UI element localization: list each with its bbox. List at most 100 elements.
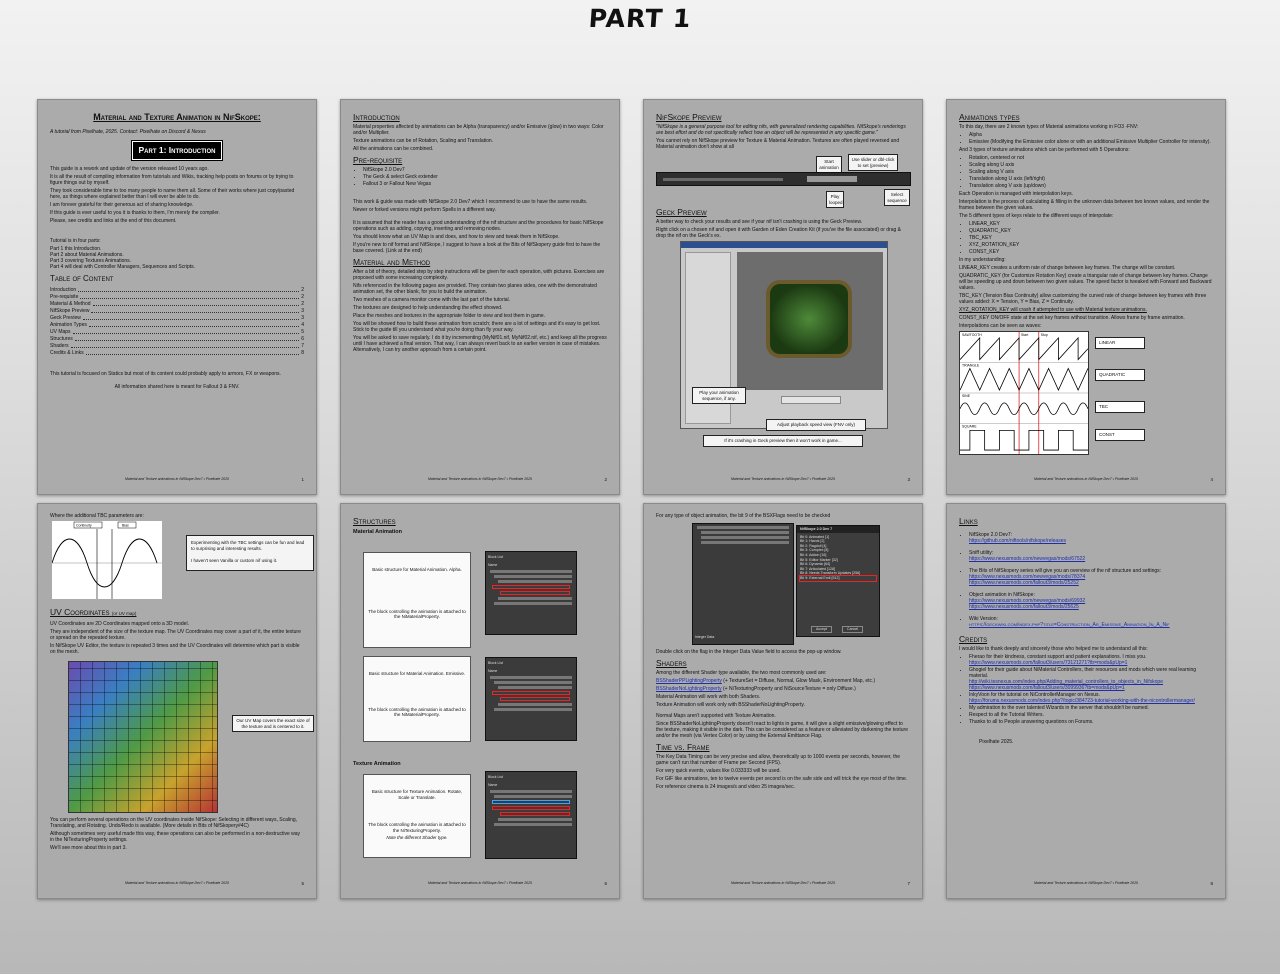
list-item: The Bits of NifSkopery series will give … [969,568,1213,586]
list-item: NifSkope 2.0 Dev7:https://github.com/nif… [969,532,1213,544]
list-item: LINEAR_KEY [969,221,1213,227]
card-note: The block controlling the animation is a… [368,822,466,833]
cancel-button[interactable]: Cancel [842,626,864,633]
page-6-thumbnail[interactable]: Structures Material Animation Basic stru… [340,503,620,899]
section-heading: Links [959,516,978,526]
accept-button[interactable]: Accept [811,626,832,633]
parts-intro: Tutorial is in four parts: [50,238,101,244]
part-item: Part 4 will deal with Controller Manager… [50,264,196,270]
list-item: NifSkope 2.0 Dev7 [363,167,607,173]
list-item: My admiration to the over talented Wizar… [969,705,1213,711]
list-item: Sniff utility:https://www.nexusmods.com/… [969,550,1213,562]
toc-entry[interactable]: Animation Types 4 [50,322,304,329]
toc-entry[interactable]: Structures 6 [50,336,304,343]
links-list: NifSkope 2.0 Dev7:https://github.com/nif… [969,532,1213,628]
toc-entry[interactable]: Introduction 2 [50,287,304,294]
paragraph: Interpolation is the process of calculat… [959,199,1210,211]
toc-entry[interactable]: NifSkope Preview 3 [50,308,304,315]
paragraph: The textures are designed to help unders… [353,305,503,311]
prerequisite-list: NifSkope 2.0 Dev7 The Geck & select Geck… [363,167,607,187]
card-note: The block controlling the animation is a… [368,706,466,718]
paragraph: All the animations can be combined. [353,146,434,152]
link[interactable]: https://forums.nexusmods.com/index.php?/… [969,698,1213,704]
list-item: XYZ_ROTATION_KEY [969,242,1213,248]
list-item: Rotation, centered or not [969,155,1213,161]
page-number: 1 [301,477,304,482]
page-footer: Material and Texture animations in NifSk… [124,477,229,481]
page-number: 8 [1210,881,1213,886]
list-item: Wiki Version:https://geckwiki.com/index.… [969,616,1213,628]
link[interactable]: https://www.nexusmods.com/fallout3/users… [969,685,1213,691]
page-4-thumbnail[interactable]: Animations types To this day, there are … [946,99,1226,495]
paragraph: BSShaderNoLightingProperty (+ NiTexturin… [656,686,856,692]
toc-entry[interactable]: UV Maps 5 [50,329,304,336]
section-heading: NifSkope Preview [656,112,722,122]
section-heading: Time vs. Frame [656,742,710,752]
bsxflags-dialog: NifSkope 2.0 Dev 7 Bit 0: Animated [1] B… [796,525,880,637]
paragraph: For reference cinema is 24 images/s and … [656,784,795,790]
paragraph: They are independent of the size of the … [50,629,301,641]
paragraph: XYZ_ROTATION_KEY will crash if attempted… [959,307,1147,313]
link[interactable]: https://www.nexusmods.com/fallout3/mods/… [969,604,1213,610]
page-2-thumbnail[interactable]: Introduction Material properties affecte… [340,99,620,495]
page-8-thumbnail[interactable]: Links NifSkope 2.0 Dev7:https://github.c… [946,503,1226,899]
link[interactable]: https://www.nexusmods.com/fallout3/mods/… [969,580,1213,586]
page-number: 7 [907,881,910,886]
quote: "NifSkope is a general purpose tool for … [656,124,906,136]
paragraph: This work & guide was made with NifSkope… [353,199,588,205]
list-item: CONST_KEY [969,249,1213,255]
structure-card: Basic structure for Material Animation. … [363,656,471,742]
page-3-thumbnail[interactable]: NifSkope Preview "NifSkope is a general … [643,99,923,495]
paragraph: If you're new to nif format and NifSkope… [353,242,601,254]
ops-list: Rotation, centered or not Scaling along … [969,155,1213,189]
list-item: Respect to all the Tutorial Writers. [969,712,1213,718]
paragraph: Two meshes of a camera monitor come with… [353,297,511,303]
paragraph: For any type of object animation, the bi… [656,513,831,519]
page-number: 3 [907,477,910,482]
link[interactable]: https://geckwiki.com/index.php?title=Con… [969,622,1213,628]
link[interactable]: https://www.nexusmods.com/fallout3/users… [969,660,1213,666]
paragraph: Where the additional TBC parameters are: [50,513,144,519]
toc-entry[interactable]: Pre-requisite 2 [50,294,304,301]
section-heading: Pre-requisite [353,155,403,165]
callout: Adjust playback speed view (FNV only) [766,419,866,431]
note-text: I haven't seen Vanilla or custom nif usi… [191,558,278,563]
graph-label: TRIANGLE [962,363,980,367]
section-heading: Credits [959,634,988,644]
paragraph: I would like to thank deeply and sincere… [959,646,1148,652]
sheet-title: PART 1 [587,4,693,33]
link[interactable]: https://github.com/niftools/nifskope/rel… [969,538,1213,544]
nifskope-toolbar-screenshot [656,172,911,186]
list-item: TBC_KEY [969,235,1213,241]
paragraph: To this day, there are 2 known types of … [959,124,1139,130]
link[interactable]: https://www.nexusmods.com/newvegas/mods/… [969,556,1213,562]
shader-link[interactable]: BSShaderNoLightingProperty [656,686,722,692]
tbc-label: Bias [122,524,129,528]
paragraph: After a bit of theory, detailed step by … [353,269,605,281]
flag-option[interactable]: Bit 9: External Emit [512] [799,575,877,582]
list-item: Scaling along U axis [969,162,1213,168]
bsxflags-figure: Integer Data NifSkope 2.0 Dev 7 Bit 0: A… [656,521,910,649]
toc-entry[interactable]: Geck Preview 3 [50,315,304,322]
byline: A tutorial from Pixelhate, 2025. Contact… [50,129,206,135]
graph-label: Stop [1041,333,1048,337]
toc-entry[interactable]: Credits & Links 8 [50,350,304,357]
dialog-title: NifSkope 2.0 Dev 7 [797,526,879,533]
wave-label: TBC [1095,401,1145,413]
table-of-content: Introduction 2 Pre-requisite 2 Material & … [50,287,304,357]
paragraph: You cannot rely on NifSkope preview for … [656,138,900,150]
page-number: 5 [301,881,304,886]
toc-entry[interactable]: Shaders 7 [50,343,304,350]
card-note: Note the different Shader type. [386,835,448,840]
wave-label: CONST [1095,429,1145,441]
paragraph: Place the meshes and textures in the app… [353,313,546,319]
document-title: Material and Texture Animation in NifSko… [93,112,261,122]
page-5-thumbnail[interactable]: Where the additional TBC parameters are:… [37,503,317,899]
list-item: Fallout 3 or Fallout New Vegas [363,181,607,187]
shader-link[interactable]: BSShaderPPLightingProperty [656,678,722,684]
toc-entry[interactable]: Material & Method 2 [50,301,304,308]
graph-label: SINE [962,394,971,398]
page-7-thumbnail[interactable]: For any type of object animation, the bi… [643,503,923,899]
page-1-thumbnail[interactable]: Material and Texture Animation in NifSko… [37,99,317,495]
paragraph: Since BSShaderNoLightingProperty doesn't… [656,721,908,739]
